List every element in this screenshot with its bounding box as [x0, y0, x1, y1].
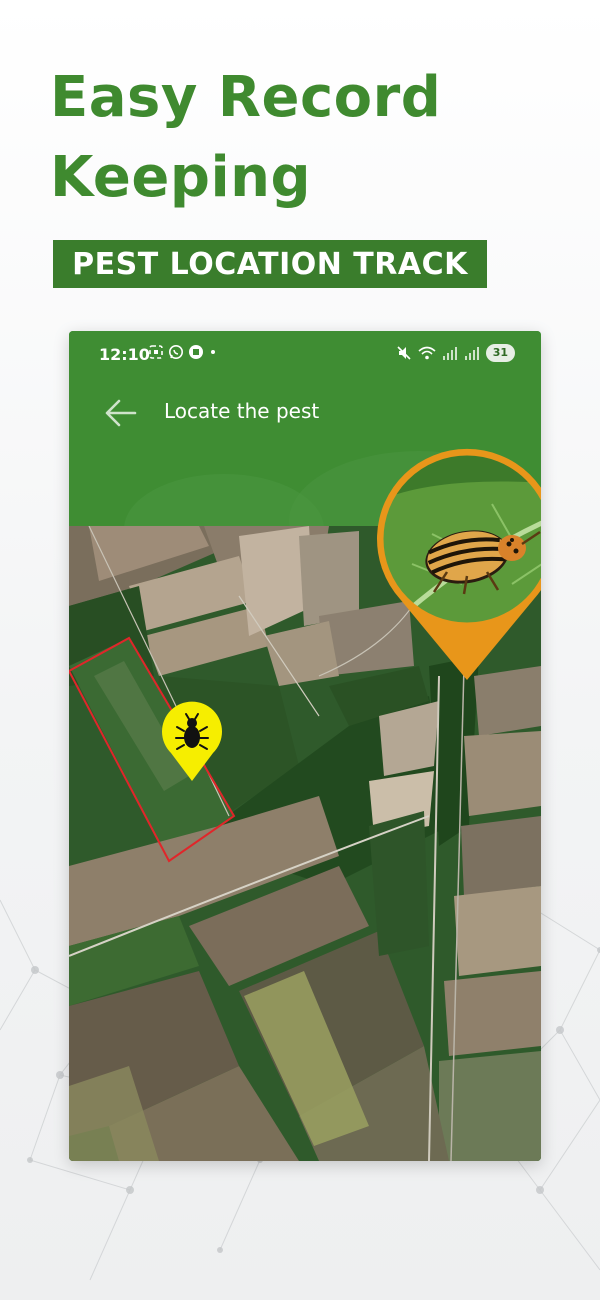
status-time: 12:10 — [99, 345, 150, 364]
feature-badge: PEST LOCATION TRACK — [53, 240, 487, 288]
whatsapp-icon — [169, 345, 183, 359]
status-system-icons: 31 — [396, 344, 515, 362]
signal-icon — [464, 347, 479, 360]
headline-line-1: Easy Record — [50, 65, 442, 130]
status-notification-icons — [148, 344, 218, 360]
headline: Easy Record Keeping — [50, 58, 441, 218]
phone-screen: 12:10 31 Locate the pest — [69, 331, 541, 1161]
app-notification-icon — [189, 345, 203, 359]
arrow-left-icon — [105, 399, 137, 427]
wifi-icon — [418, 346, 436, 360]
screenshot-icon — [149, 345, 163, 359]
battery-indicator: 31 — [485, 344, 515, 362]
bug-icon — [162, 701, 222, 781]
more-notifications-icon — [211, 350, 215, 354]
feature-badge-label: PEST LOCATION TRACK — [72, 246, 468, 282]
pest-photo-marker[interactable] — [372, 444, 541, 684]
mute-icon — [397, 346, 411, 360]
signal-icon — [442, 347, 457, 360]
back-button[interactable] — [99, 393, 143, 433]
pest-photo-icon — [377, 448, 541, 680]
screen-title: Locate the pest — [164, 399, 320, 423]
headline-line-2: Keeping — [50, 145, 312, 210]
pest-location-marker[interactable] — [159, 701, 225, 783]
